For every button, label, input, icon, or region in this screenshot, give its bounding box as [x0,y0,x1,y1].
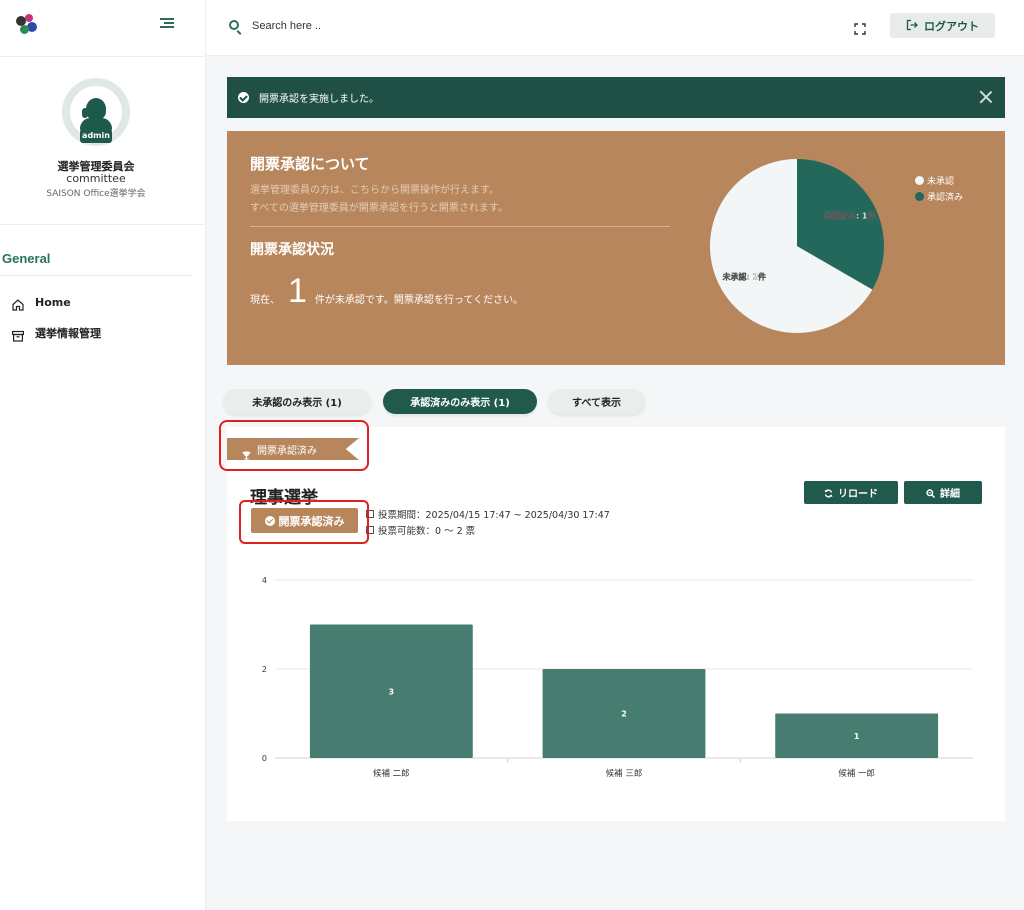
legend-item[interactable]: 承認済み [915,190,963,203]
x-tick-label: 候補 三郎 [606,768,643,779]
nav-section-title: General [2,251,51,266]
vote-count: 投票可能数：0 〜 2 票 [366,523,475,537]
reload-label: リロード [838,489,878,500]
y-tick-label: 4 [262,576,267,585]
x-tick-label: 候補 二郎 [373,768,410,779]
election-card: 開票承認済み 理事選挙 開票承認済み 投票期間：2025/04/15 17:47… [227,427,1005,821]
approval-pie-chart: 未承認: 2件 承認済み: 1件 [710,159,884,333]
vote-bar-chart: 0 2 4 3 候補 二郎 2 候補 三郎 1 候補 一郎 [262,576,973,779]
sidebar-item-label: Home [35,295,71,309]
reload-button[interactable]: リロード [804,481,898,504]
menu-toggle-icon[interactable] [160,18,174,30]
filter-all-button[interactable]: すべて表示 [548,389,645,414]
logout-icon [906,16,918,35]
status-title: 開票承認状況 [250,242,334,258]
legend-item[interactable]: 未承認 [915,174,963,187]
legend-label: 承認済み [927,193,964,203]
fullscreen-icon[interactable] [854,20,866,35]
refresh-icon [824,483,833,502]
search-icon[interactable] [229,20,239,30]
legend-swatch [915,192,924,201]
app-logo[interactable] [16,14,40,38]
role-badge: admin [80,129,112,143]
top-header: ログアウト [206,0,1024,56]
highlight-annotation [219,420,369,471]
voting-period-text: 投票期間：2025/04/15 17:47 ~ 2025/04/30 17:47 [378,510,610,521]
alert-message: 開票承認を実施しました。 [259,94,379,105]
pie-data-label: 未承認: 2件 [721,271,766,281]
status-text: 現在、 1 件が未承認です。開票承認を行ってください。 [250,274,523,308]
success-alert: 開票承認を実施しました。 [227,77,1005,118]
x-tick-label: 候補 一郎 [838,768,875,779]
logout-label: ログアウト [924,19,979,33]
y-tick-label: 2 [262,665,267,674]
pie-legend: 未承認 承認済み [915,174,963,206]
logout-button[interactable]: ログアウト [890,13,995,38]
panel-description: すべての選挙管理委員が開票承認を行うと開票されます。 [250,203,508,214]
bar-data-label: 1 [854,732,860,741]
sidebar-item-home[interactable]: Home [12,291,192,313]
user-org: SAISON Office選挙学会 [46,189,146,199]
sidebar-item-election-management[interactable]: 選挙情報管理 [12,322,192,344]
status-prefix: 現在、 [250,295,280,306]
divider [250,226,670,227]
sidebar-item-label: 選挙情報管理 [35,327,101,340]
user-role: committee [66,172,126,185]
filter-approved-button[interactable]: 承認済みのみ表示 (1) [383,389,537,414]
filter-unapproved-button[interactable]: 未承認のみ表示 (1) [223,389,371,414]
divider [0,275,192,276]
approval-summary-panel: 開票承認について 選挙管理委員の方は、こちらから開票操作が行えます。 すべての選… [227,131,1005,365]
legend-swatch [915,176,924,185]
search-input[interactable] [252,16,552,36]
divider [0,56,206,57]
sidebar: admin 選挙管理委員会 committee SAISON Office選挙学… [0,0,206,910]
zoom-icon [926,483,936,502]
panel-description: 選挙管理委員の方は、こちらから開票操作が行えます。 [250,185,499,196]
unapproved-count: 1 [288,272,307,310]
y-tick-label: 0 [262,754,267,763]
home-icon [12,296,24,311]
highlight-annotation [239,500,369,544]
voting-period: 投票期間：2025/04/15 17:47 ~ 2025/04/30 17:47 [366,507,610,521]
close-icon[interactable] [979,90,993,104]
legend-label: 未承認 [927,177,955,187]
divider [0,224,206,225]
bar-data-label: 3 [389,687,395,696]
bar-data-label: 2 [621,710,627,719]
check-circle-icon [238,92,249,103]
pie-data-label: 承認済み: 1件 [824,211,876,221]
status-suffix: 件が未承認です。開票承認を行ってください。 [314,295,524,306]
archive-icon [12,327,25,342]
vote-count-text: 投票可能数：0 〜 2 票 [378,526,476,537]
panel-title: 開票承認について [250,155,370,173]
detail-button[interactable]: 詳細 [904,481,982,504]
detail-label: 詳細 [940,489,960,500]
